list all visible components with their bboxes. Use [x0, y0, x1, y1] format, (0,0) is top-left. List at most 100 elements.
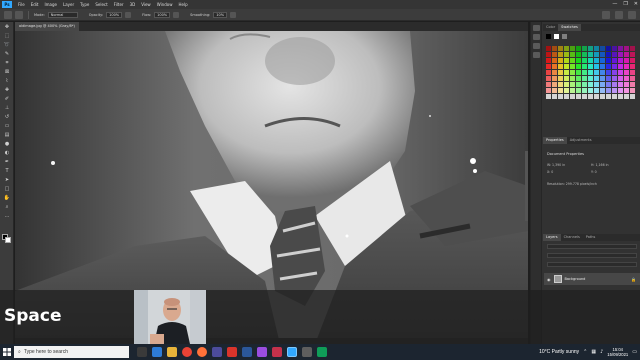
- swatch[interactable]: [618, 70, 623, 75]
- app-icon[interactable]: [227, 347, 237, 357]
- restore-button[interactable]: ❐: [623, 0, 627, 9]
- swatch[interactable]: [570, 52, 575, 57]
- swatch[interactable]: [564, 88, 569, 93]
- path-select-tool-icon[interactable]: ➤: [3, 177, 11, 184]
- swatch[interactable]: [624, 82, 629, 87]
- app-icon[interactable]: [257, 347, 267, 357]
- swatch[interactable]: [570, 46, 575, 51]
- move-tool-icon[interactable]: ✥: [3, 24, 11, 31]
- swatch[interactable]: [606, 52, 611, 57]
- eraser-tool-icon[interactable]: ▭: [3, 123, 11, 130]
- swatch[interactable]: [606, 64, 611, 69]
- swatch[interactable]: [624, 70, 629, 75]
- swatch[interactable]: [564, 76, 569, 81]
- crop-tool-icon[interactable]: ⌗: [3, 60, 11, 67]
- swatch[interactable]: [594, 58, 599, 63]
- swatch[interactable]: [600, 52, 605, 57]
- swatch[interactable]: [600, 88, 605, 93]
- share-icon[interactable]: [628, 11, 636, 19]
- swatch[interactable]: [558, 46, 563, 51]
- healing-brush-tool-icon[interactable]: ✚: [3, 87, 11, 94]
- swatch[interactable]: [618, 88, 623, 93]
- paragraph-panel-icon[interactable]: [533, 52, 540, 58]
- swatch[interactable]: [546, 34, 551, 39]
- swatch[interactable]: [582, 58, 587, 63]
- menu-window[interactable]: Window: [154, 0, 176, 9]
- tab-properties[interactable]: Properties: [543, 137, 567, 144]
- swatch[interactable]: [600, 46, 605, 51]
- swatch[interactable]: [558, 52, 563, 57]
- swatch[interactable]: [552, 94, 557, 99]
- swatch[interactable]: [552, 82, 557, 87]
- weather-widget[interactable]: 10°C Partly sunny: [539, 349, 579, 355]
- swatch[interactable]: [594, 88, 599, 93]
- history-panel-icon[interactable]: [533, 25, 540, 31]
- swatch[interactable]: [618, 94, 623, 99]
- taskbar-search[interactable]: ⌕ Type here to search: [14, 346, 129, 358]
- swatch[interactable]: [552, 64, 557, 69]
- brush-tool-icon[interactable]: ✐: [3, 96, 11, 103]
- lock-icon[interactable]: 🔒: [631, 277, 636, 282]
- swatch[interactable]: [546, 46, 551, 51]
- swatch[interactable]: [546, 88, 551, 93]
- menu-help[interactable]: Help: [175, 0, 190, 9]
- swatch[interactable]: [552, 76, 557, 81]
- brush-tool-preset-icon[interactable]: [15, 10, 23, 19]
- tab-channels[interactable]: Channels: [561, 234, 583, 241]
- frame-tool-icon[interactable]: ⊠: [3, 69, 11, 76]
- flow-field[interactable]: 100%: [154, 11, 171, 18]
- swatch[interactable]: [600, 64, 605, 69]
- swatch[interactable]: [624, 46, 629, 51]
- swatch[interactable]: [618, 58, 623, 63]
- swatch[interactable]: [618, 76, 623, 81]
- more-tools-icon[interactable]: …: [3, 213, 11, 220]
- swatch[interactable]: [594, 46, 599, 51]
- swatch[interactable]: [612, 82, 617, 87]
- pressure-opacity-icon[interactable]: [125, 11, 132, 18]
- opacity-field[interactable]: 100%: [106, 11, 123, 18]
- menu-file[interactable]: File: [15, 0, 28, 9]
- swatch[interactable]: [564, 94, 569, 99]
- swatch[interactable]: [570, 58, 575, 63]
- swatch[interactable]: [570, 82, 575, 87]
- swatch[interactable]: [600, 76, 605, 81]
- swatch[interactable]: [606, 88, 611, 93]
- swatch[interactable]: [564, 46, 569, 51]
- swatch[interactable]: [546, 52, 551, 57]
- swatch[interactable]: [606, 82, 611, 87]
- swatch[interactable]: [546, 64, 551, 69]
- swatch[interactable]: [546, 76, 551, 81]
- swatch[interactable]: [618, 64, 623, 69]
- swatch[interactable]: [612, 46, 617, 51]
- swatch[interactable]: [558, 70, 563, 75]
- swatch[interactable]: [546, 82, 551, 87]
- swatch[interactable]: [576, 52, 581, 57]
- document-tab[interactable]: oldimage.jpg @ 400% (Gray/8*): [15, 22, 79, 31]
- swatch[interactable]: [612, 70, 617, 75]
- menu-type[interactable]: Type: [77, 0, 92, 9]
- notifications-icon[interactable]: ▭: [632, 349, 637, 355]
- swatch[interactable]: [588, 76, 593, 81]
- swatch[interactable]: [630, 70, 635, 75]
- swatch[interactable]: [594, 94, 599, 99]
- swatch[interactable]: [570, 88, 575, 93]
- swatch[interactable]: [624, 76, 629, 81]
- swatch[interactable]: [618, 52, 623, 57]
- swatch[interactable]: [576, 82, 581, 87]
- minimize-button[interactable]: —: [612, 0, 617, 9]
- app-icon[interactable]: [242, 347, 252, 357]
- network-icon[interactable]: ▦: [591, 349, 596, 355]
- swatch[interactable]: [630, 82, 635, 87]
- marquee-tool-icon[interactable]: ⬚: [3, 33, 11, 40]
- swatch[interactable]: [558, 64, 563, 69]
- dodge-tool-icon[interactable]: ◐: [3, 150, 11, 157]
- tab-adjustments[interactable]: Adjustments: [567, 137, 595, 144]
- swatch[interactable]: [630, 76, 635, 81]
- swatch[interactable]: [600, 94, 605, 99]
- swatch[interactable]: [600, 70, 605, 75]
- swatch[interactable]: [612, 94, 617, 99]
- file-explorer-icon[interactable]: [167, 347, 177, 357]
- visibility-eye-icon[interactable]: ◉: [547, 277, 551, 282]
- start-button[interactable]: [0, 344, 14, 360]
- swatch[interactable]: [588, 46, 593, 51]
